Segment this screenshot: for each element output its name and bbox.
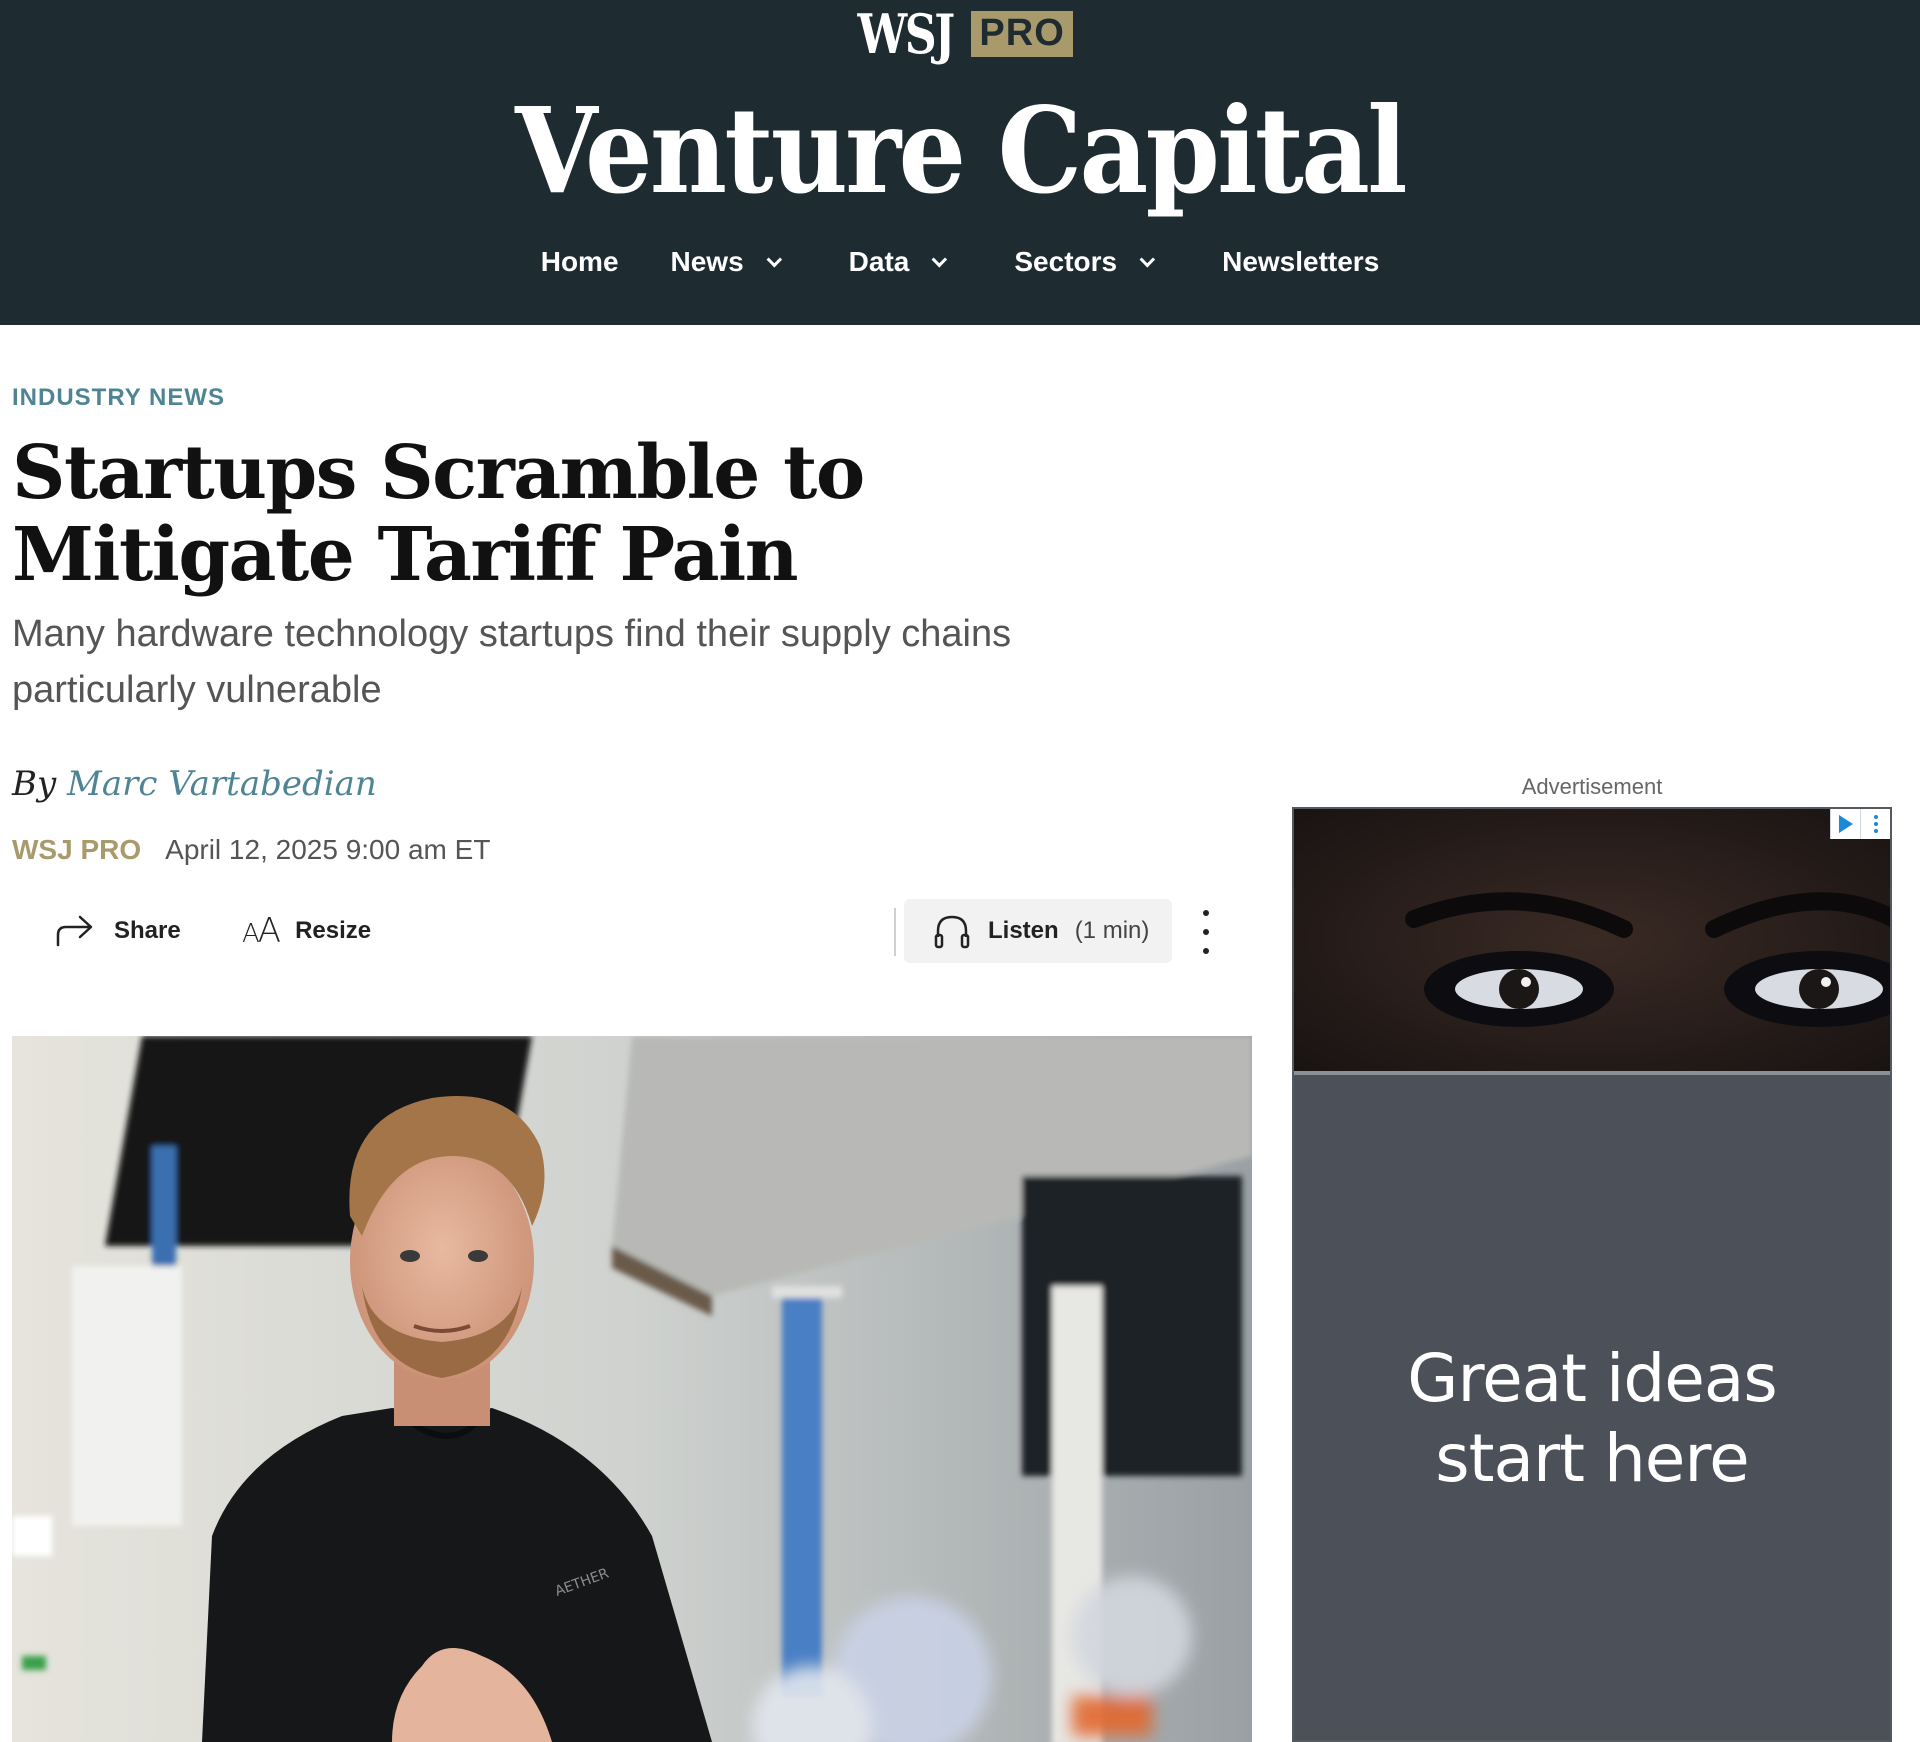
resize-glyph-small: A (242, 919, 260, 949)
nav-item-newsletters[interactable]: Newsletters (1222, 246, 1379, 278)
logo-pro-badge: PRO (971, 11, 1073, 57)
resize-button[interactable]: AA Resize (242, 898, 371, 964)
wsj-pro-logo[interactable]: WSJ PRO (0, 4, 1920, 64)
share-label: Share (114, 917, 181, 944)
nav-item-label: Data (848, 246, 910, 277)
nav-item-label: Newsletters (1222, 246, 1380, 277)
nav-item-label: Sectors (1014, 246, 1118, 277)
more-options-button[interactable] (1198, 910, 1214, 954)
share-button[interactable]: Share (54, 898, 181, 964)
vertical-dots-icon-dot (1203, 929, 1209, 935)
byline-prefix: By (12, 764, 57, 804)
article-dek: Many hardware technology startups find t… (12, 613, 1012, 711)
article-kicker[interactable]: INDUSTRY NEWS (12, 384, 225, 412)
vertical-dots-icon-dot (1203, 948, 1209, 954)
section-title[interactable]: Venture Capital (96, 80, 1824, 222)
publication-label: WSJ PRO (12, 834, 142, 865)
nav-item-home[interactable]: Home (541, 246, 619, 278)
nav-item-label: News (670, 246, 744, 277)
listen-duration: (1 min) (1074, 917, 1150, 944)
nav-item-news[interactable]: News (671, 246, 797, 278)
ad-line-1: Great ideas (1407, 1340, 1777, 1417)
advertisement-label: Advertisement (1521, 774, 1663, 799)
adchoices-menu-icon[interactable] (1860, 809, 1890, 839)
nav-item-label: Home (540, 246, 619, 277)
toolbar-divider (894, 908, 896, 956)
site-header: WSJ PRO Venture Capital Home News Data S… (0, 0, 1920, 325)
chevron-down-icon[interactable] (1139, 251, 1156, 267)
hero-photo-illustration: AETHER (12, 1036, 1252, 1742)
logo-wsj: WSJ (857, 2, 956, 66)
article-hero-image: AETHER (12, 1036, 1252, 1742)
ad-headline: Great ideas start here (1294, 1339, 1890, 1499)
main-nav: Home News Data Sectors Newsletters (0, 240, 1920, 284)
ad-image-eyes (1294, 809, 1890, 1071)
nav-item-sectors[interactable]: Sectors (1014, 246, 1170, 278)
listen-button[interactable]: Listen (1 min) (904, 899, 1172, 963)
advertisement-banner[interactable]: Great ideas start here (1292, 807, 1892, 1742)
vertical-dots-icon (1203, 910, 1209, 916)
ad-line-2: start here (1435, 1420, 1749, 1497)
article-toolbar: Share AA Resize Listen (1 min) (12, 898, 1252, 964)
resize-label: Resize (295, 917, 372, 944)
publish-timestamp: April 12, 2025 9:00 am ET (165, 834, 491, 865)
listen-label: Listen (988, 917, 1059, 944)
resize-glyph-large: A (257, 911, 281, 951)
nav-item-data[interactable]: Data (849, 246, 963, 278)
adchoices-play-icon[interactable] (1830, 809, 1860, 839)
ad-separator (1294, 1071, 1890, 1075)
ad-eyes-illustration (1294, 809, 1890, 1071)
author-link[interactable]: Marc Vartabedian (67, 764, 377, 804)
text-resize-icon: AA (242, 911, 281, 951)
chevron-down-icon[interactable] (931, 251, 948, 267)
article-meta: WSJ PRO April 12, 2025 9:00 am ET (12, 834, 490, 866)
headphones-icon (934, 915, 970, 949)
share-arrow-icon (56, 915, 93, 947)
article-headline: Startups Scramble to Mitigate Tariff Pai… (12, 430, 865, 598)
adchoices-icon[interactable] (1830, 809, 1890, 839)
chevron-down-icon[interactable] (766, 251, 782, 267)
byline: By Marc Vartabedian (12, 764, 377, 804)
